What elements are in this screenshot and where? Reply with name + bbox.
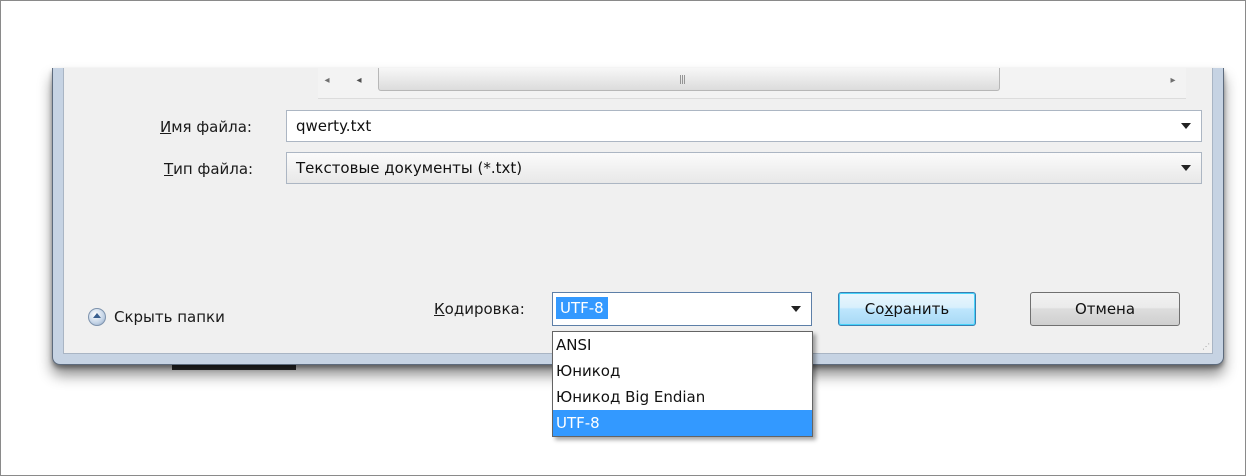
file-type-label-text: ип файла: bbox=[173, 160, 254, 178]
file-name-label-text: мя файла: bbox=[171, 118, 252, 136]
save-button[interactable]: Сохранить bbox=[838, 292, 976, 326]
encoding-label: Кодировка: bbox=[434, 300, 525, 318]
file-type-label-accesskey: Т bbox=[164, 160, 174, 178]
file-name-input[interactable]: qwerty.txt bbox=[286, 110, 1202, 142]
encoding-option-unicode[interactable]: Юникод bbox=[553, 358, 812, 384]
scrollbar-grip-icon: ||| bbox=[679, 75, 686, 85]
file-type-value: Текстовые документы (*.txt) bbox=[296, 159, 523, 177]
hide-folders-button[interactable]: Скрыть папки bbox=[88, 306, 225, 328]
save-button-text-end: ранить bbox=[893, 300, 950, 318]
file-name-value: qwerty.txt bbox=[296, 117, 372, 135]
resize-grip-icon[interactable]: ⋰ bbox=[1202, 342, 1210, 351]
chevron-down-icon[interactable] bbox=[1181, 165, 1191, 171]
encoding-option-unicode-big-endian[interactable]: Юникод Big Endian bbox=[553, 384, 812, 410]
file-type-label: Тип файла: bbox=[164, 160, 253, 178]
scroll-right-icon[interactable]: ▸ bbox=[1166, 74, 1180, 88]
scrollbar-thumb[interactable]: ||| bbox=[378, 68, 1000, 91]
encoding-option-utf8[interactable]: UTF-8 bbox=[553, 410, 812, 436]
chevron-down-icon[interactable] bbox=[1181, 123, 1191, 129]
file-type-select[interactable]: Текстовые документы (*.txt) bbox=[286, 152, 1202, 184]
save-button-text-start: Со bbox=[864, 300, 885, 318]
scroll-left-icon[interactable]: ◂ bbox=[318, 74, 336, 88]
save-button-accesskey: х bbox=[884, 300, 894, 318]
encoding-label-accesskey: К bbox=[434, 300, 445, 318]
chevron-up-circle-icon bbox=[88, 308, 106, 326]
file-name-label-accesskey: И bbox=[160, 118, 172, 136]
encoding-dropdown-list[interactable]: ANSI Юникод Юникод Big Endian UTF-8 bbox=[552, 331, 813, 437]
save-as-dialog: ◂ ◂ ||| ▸ Имя файла: qwerty.txt Тип файл… bbox=[52, 68, 1224, 365]
file-name-label: Имя файла: bbox=[160, 118, 252, 136]
dialog-client-area: ◂ ◂ ||| ▸ Имя файла: qwerty.txt Тип файл… bbox=[63, 68, 1213, 354]
horizontal-scrollbar[interactable]: ◂ ◂ ||| ▸ bbox=[318, 68, 1186, 99]
cancel-button[interactable]: Отмена bbox=[1030, 292, 1180, 326]
encoding-option-ansi[interactable]: ANSI bbox=[553, 332, 812, 358]
encoding-label-text: одировка: bbox=[444, 300, 525, 318]
hide-folders-label: Скрыть папки bbox=[114, 308, 225, 326]
chevron-down-icon[interactable] bbox=[791, 306, 801, 312]
encoding-select[interactable]: UTF-8 bbox=[552, 292, 812, 326]
encoding-selected-value: UTF-8 bbox=[556, 297, 608, 319]
scroll-left-arrow-icon[interactable]: ◂ bbox=[352, 74, 366, 88]
